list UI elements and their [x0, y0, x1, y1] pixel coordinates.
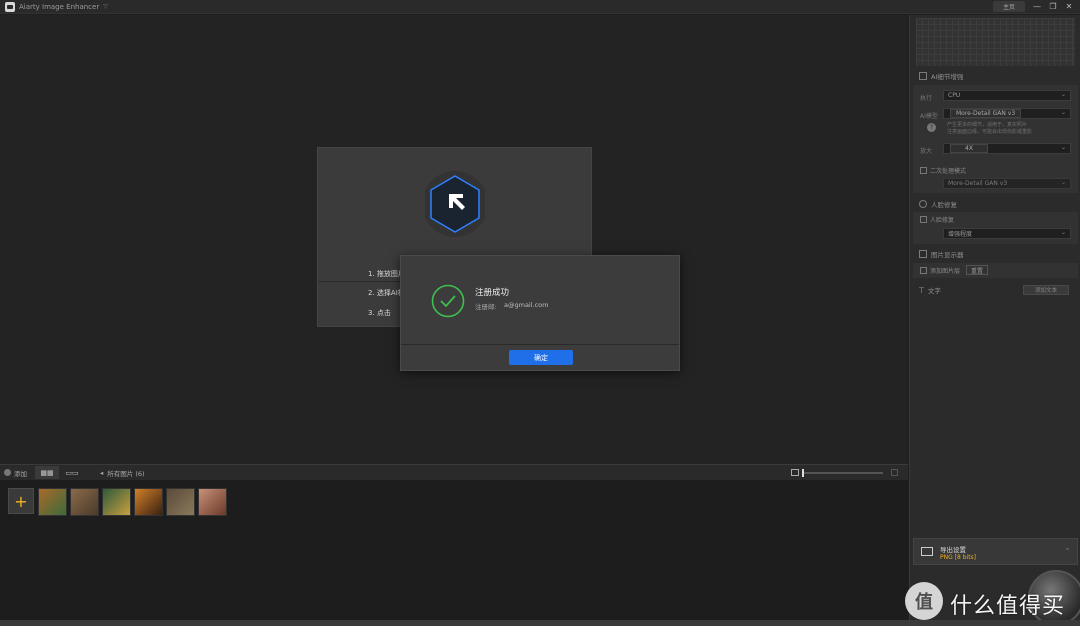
grid-view-tab[interactable]: ▦▦ — [35, 466, 59, 479]
minimize-button[interactable]: — — [1031, 1, 1043, 12]
fit-view-icon[interactable] — [891, 469, 898, 476]
export-settings[interactable]: 导出设置 PNG [8 bits] ⌃ — [913, 538, 1078, 565]
second-pass-value: More-Detail GAN v3 — [948, 180, 1008, 187]
text-icon: T — [919, 285, 924, 295]
watermark-section-header: 图片显示器 — [913, 249, 964, 259]
step-3-text: 3. 点击 — [368, 309, 391, 317]
registration-dialog: 注册成功 注册邮: a@gmail.com 确定 — [400, 255, 680, 371]
enhance-section-header: AI细节增强 — [913, 71, 963, 81]
grid-icon: ▦▦ — [40, 468, 54, 477]
app-logo-icon — [5, 1, 15, 12]
zoom-slider-knob[interactable] — [802, 469, 804, 477]
enhance-title: AI细节增强 — [931, 73, 964, 81]
all-images-label: 所有图片 (6) — [107, 469, 145, 478]
image-icon — [919, 250, 927, 258]
email-value: a@gmail.com — [504, 301, 549, 309]
plus-circle-icon — [4, 469, 11, 476]
second-pass-checkbox[interactable] — [920, 167, 927, 174]
scale-value: 4X — [950, 144, 988, 153]
compare-icon: ▭▭ — [65, 468, 79, 477]
model-note-1: 产生更多的细节，适用于，真实照片 — [947, 122, 1028, 128]
title-bar: Aiarty Image Enhancer ▽ 主页 — ❐ ✕ — [0, 0, 1080, 14]
chevron-down-icon: ⌄ — [1060, 144, 1066, 151]
chevron-down-icon: ⌄ — [1060, 229, 1066, 236]
model-label: AI模型 — [920, 113, 938, 120]
upload-hex-icon[interactable] — [422, 170, 488, 238]
main-canvas[interactable]: 1. 拖放图片 2. 选择AI模 3. 点击 注册成功 注册邮: a@gmail… — [0, 15, 908, 464]
enhance-icon — [919, 72, 927, 80]
all-images-filter[interactable]: ◂ 所有图片 (6) — [100, 465, 145, 480]
help-icon[interactable]: ? — [927, 123, 936, 132]
second-pass-select[interactable]: More-Detail GAN v3 ⌄ — [943, 178, 1071, 189]
watermark-text: 什么值得买 — [950, 594, 1066, 619]
thumbnail-lizard[interactable] — [70, 488, 99, 516]
face-section-header: 人脸修复 — [913, 199, 957, 209]
model-select[interactable]: More-Detail GAN v3 ⌄ — [943, 108, 1071, 119]
face-value: 增强程度 — [948, 231, 973, 238]
add-label: 添加 — [14, 469, 27, 478]
email-label: 注册邮: — [475, 303, 497, 311]
compare-view-tab[interactable]: ▭▭ — [60, 466, 84, 479]
success-check-icon — [431, 284, 465, 318]
dialog-title: 注册成功 — [475, 288, 510, 298]
thumbnail-strip: + — [0, 480, 908, 620]
face-section-title: 人脸修复 — [931, 201, 957, 209]
back-arrow-icon: ◂ — [100, 468, 104, 477]
scale-select[interactable]: 4X ⌄ — [943, 143, 1071, 154]
second-pass-label: 二次处理模式 — [930, 168, 967, 175]
add-text-button[interactable]: 添加文本 — [1023, 285, 1069, 295]
settings-panel: AI细节增强 执行 CPU ⌄ AI模型 More-Detail GAN v3 … — [909, 15, 1080, 626]
image-size-icon — [791, 469, 799, 476]
thumbnail-food[interactable] — [134, 488, 163, 516]
face-select[interactable]: 增强程度 ⌄ — [943, 228, 1071, 239]
watermark-section-title: 图片显示器 — [931, 251, 964, 259]
gallery-toolbar: 添加 ▦▦ ▭▭ ◂ 所有图片 (6) — [0, 464, 908, 480]
maximize-button[interactable]: ❐ — [1047, 1, 1059, 12]
enhance-settings-group — [913, 85, 1078, 193]
thumbnail-forest-figure[interactable] — [102, 488, 131, 516]
device-value: CPU — [948, 92, 961, 99]
zoom-slider-track[interactable] — [803, 472, 883, 474]
watermark-checkbox[interactable] — [920, 267, 927, 274]
add-image-button[interactable]: + — [8, 488, 34, 514]
export-format: PNG [8 bits] — [940, 554, 977, 561]
text-section-title: 文字 — [927, 287, 941, 295]
dialog-divider — [401, 344, 679, 345]
watermark-label: 添加图片层 — [930, 268, 961, 275]
app-title: Aiarty Image Enhancer — [19, 2, 100, 11]
title-dropdown-icon[interactable]: ▽ — [103, 3, 108, 10]
chevron-down-icon: ⌄ — [1060, 179, 1066, 186]
navigator-preview[interactable] — [916, 18, 1075, 66]
model-value: More-Detail GAN v3 — [950, 109, 1022, 118]
watermark-logo: 值 — [905, 582, 943, 620]
plus-icon: + — [14, 491, 28, 511]
device-label: 执行 — [920, 95, 933, 102]
ok-button[interactable]: 确定 — [509, 350, 573, 365]
face-checkbox[interactable] — [920, 216, 927, 223]
chevron-down-icon: ⌄ — [1060, 91, 1066, 98]
collapse-icon[interactable]: ⌃ — [1064, 547, 1071, 556]
add-images-button[interactable]: 添加 — [4, 465, 27, 480]
status-bar — [0, 620, 1080, 626]
thumbnail-robot-animal[interactable] — [166, 488, 195, 516]
app-window: Aiarty Image Enhancer ▽ 主页 — ❐ ✕ 1. 拖放图片… — [0, 0, 1080, 626]
chevron-down-icon: ⌄ — [1060, 109, 1066, 116]
text-section-header: T 文字 — [913, 285, 941, 296]
monitor-gear-icon — [921, 547, 933, 556]
scale-label: 放大 — [920, 148, 933, 155]
export-title: 导出设置 — [940, 546, 966, 554]
device-select[interactable]: CPU ⌄ — [943, 90, 1071, 101]
home-button[interactable]: 主页 — [993, 1, 1025, 12]
model-note-2: 注意画面边缘，可能会出现伪影或重影 — [947, 129, 1033, 135]
close-button[interactable]: ✕ — [1063, 1, 1075, 12]
watermark-reset-button[interactable]: 重置 — [966, 265, 989, 275]
face-label: 人脸修复 — [930, 217, 955, 224]
thumbnail-portrait[interactable] — [198, 488, 227, 516]
thumbnail-tiger[interactable] — [38, 488, 67, 516]
face-icon — [919, 200, 927, 208]
